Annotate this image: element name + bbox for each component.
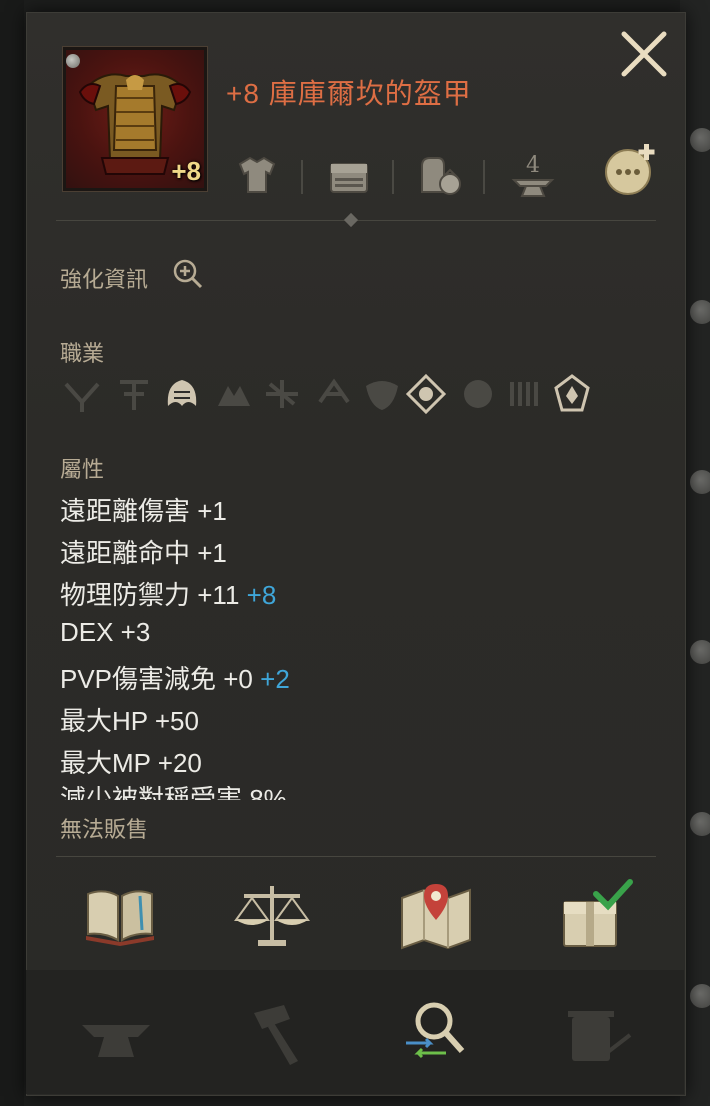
class-icon-2 <box>120 380 148 410</box>
armor-icon[interactable] <box>232 150 282 200</box>
stat-line: 最大MP +20 <box>60 748 202 778</box>
storage-chest-icon[interactable] <box>324 150 374 200</box>
class-icon-1 <box>64 382 100 412</box>
close-icon[interactable] <box>616 26 672 82</box>
class-icon-9 <box>464 380 492 408</box>
toolbar-separator <box>301 160 303 194</box>
class-icon-8 <box>405 373 447 415</box>
background-gem-icon <box>690 300 710 324</box>
map-pin-icon[interactable] <box>396 876 476 956</box>
background-gem-icon <box>690 128 710 152</box>
class-icon-6 <box>318 378 350 404</box>
divider <box>56 856 656 857</box>
anvil-icon[interactable]: 4 <box>508 150 558 200</box>
scales-icon[interactable] <box>232 876 312 956</box>
stat-line: 最大HP +50 <box>60 706 199 736</box>
attributes-label: 屬性 <box>60 457 105 482</box>
stat-line-clipped: 減少被對稱受害 8% <box>60 786 460 800</box>
hammer-disabled-icon[interactable] <box>240 995 320 1075</box>
stat-line: 遠距離命中 +1 <box>60 538 227 568</box>
enhance-info-label: 強化資訊 <box>60 267 149 292</box>
class-label: 職業 <box>60 341 105 366</box>
class-icon-10 <box>510 382 538 406</box>
gift-chest-check-icon[interactable] <box>556 876 636 956</box>
class-icon-5 <box>266 380 298 408</box>
class-icons-row <box>60 372 600 418</box>
anvil-disabled-icon[interactable] <box>76 995 156 1075</box>
class-icon-4 <box>218 386 250 406</box>
stat-line: DEX +3 <box>60 617 151 647</box>
background-gem-icon <box>690 640 710 664</box>
background-left <box>0 0 24 1106</box>
background-gem-icon <box>690 470 710 494</box>
background-gem-icon <box>690 984 710 1008</box>
zoom-in-icon[interactable] <box>172 258 204 290</box>
stat-bonus: +2 <box>260 664 290 694</box>
trash-disabled-icon[interactable] <box>556 995 636 1075</box>
item-title: +8 庫庫爾坎的盔甲 <box>226 78 472 109</box>
class-icon-7 <box>366 381 398 410</box>
item-thumbnail[interactable]: +8 <box>62 46 208 192</box>
magnify-swap-icon[interactable] <box>396 995 476 1075</box>
toolbar-separator <box>483 160 485 194</box>
enhance-badge: +8 <box>171 156 201 186</box>
shop-bag-icon[interactable] <box>414 150 464 200</box>
stat-bonus: +8 <box>246 580 277 610</box>
gem-socket-icon <box>66 54 80 68</box>
stat-line: 物理防禦力 +11 +8 <box>60 580 277 610</box>
codex-book-icon[interactable] <box>80 876 160 956</box>
stat-line: 遠距離傷害 +1 <box>60 496 227 526</box>
background-gem-icon <box>690 812 710 836</box>
class-icon-11 <box>554 374 590 412</box>
stat-line: PVP傷害減免 +0 +2 <box>60 664 290 694</box>
anvil-count: 4 <box>526 153 540 178</box>
cannot-sell-label: 無法販售 <box>60 817 149 842</box>
chat-add-icon[interactable] <box>600 140 660 200</box>
class-icon-3 <box>167 380 197 406</box>
toolbar-separator <box>392 160 394 194</box>
